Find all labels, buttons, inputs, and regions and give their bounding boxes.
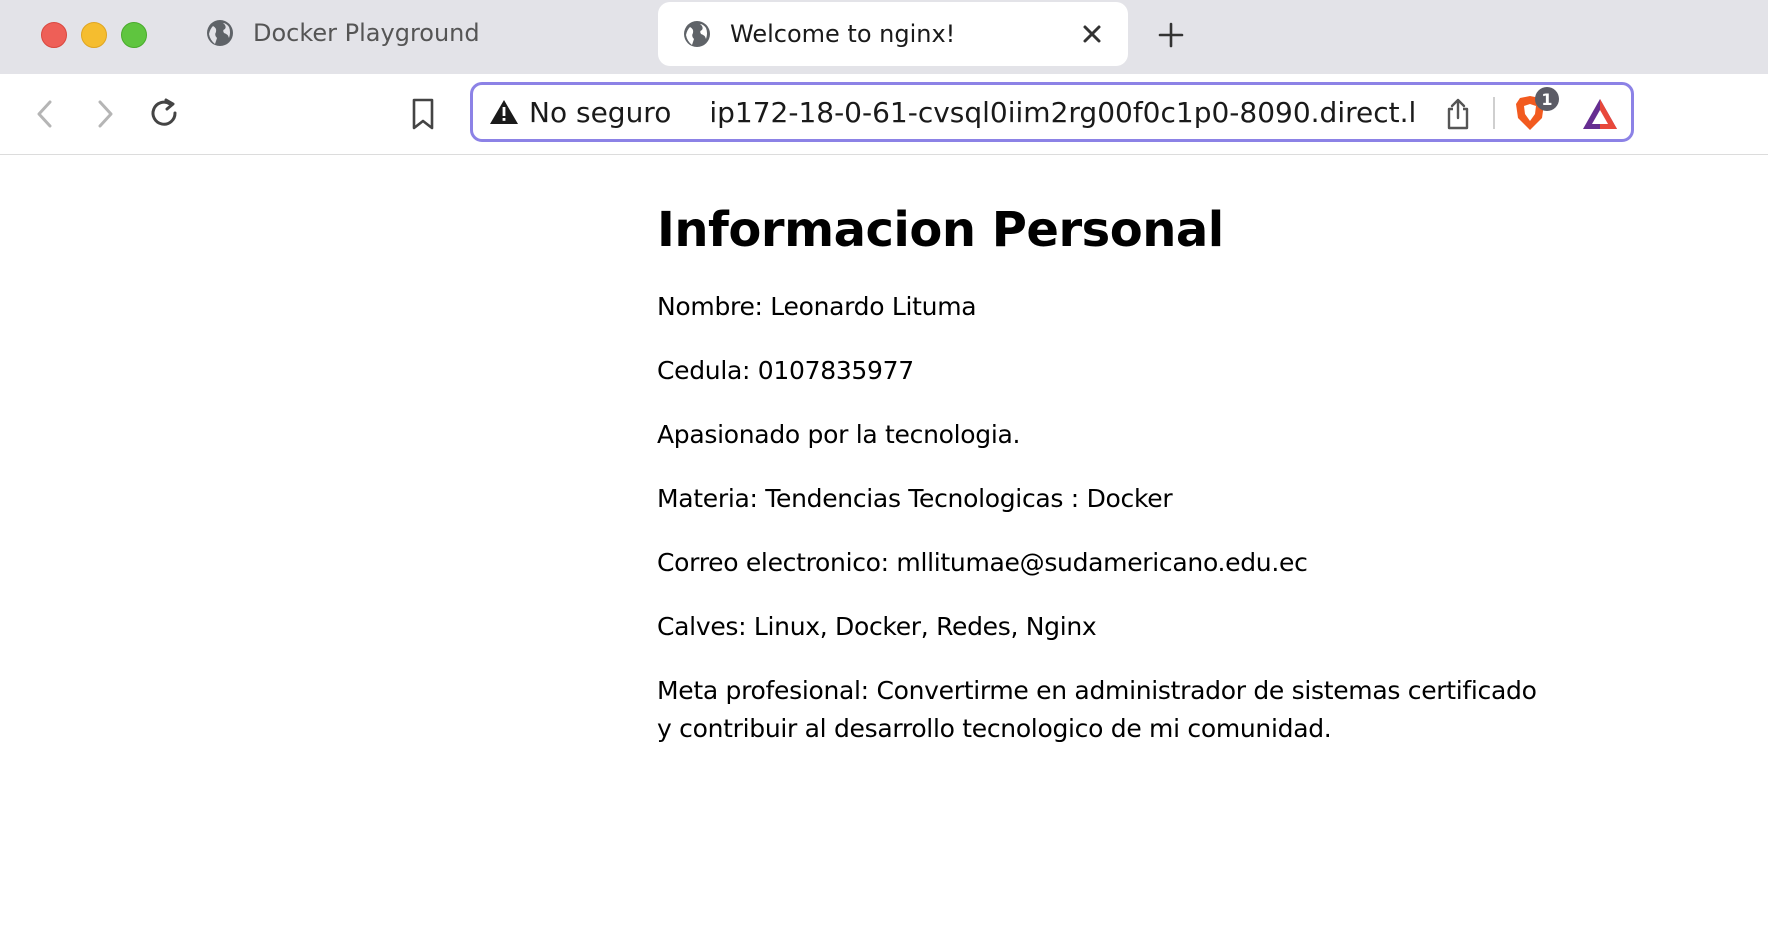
address-bar[interactable]: No seguro ip172-18-0-61-cvsql0iim2rg00f0… — [470, 82, 1634, 142]
tab-docker-playground[interactable]: Docker Playground — [205, 0, 480, 66]
close-window-button[interactable] — [41, 22, 67, 48]
browser-toolbar: No seguro ip172-18-0-61-cvsql0iim2rg00f0… — [0, 74, 1768, 155]
globe-icon — [207, 20, 233, 46]
bookmark-icon[interactable] — [408, 96, 438, 132]
shields-badge: 1 — [1535, 87, 1559, 111]
url-text[interactable]: ip172-18-0-61-cvsql0iim2rg00f0c1p0-8090.… — [709, 96, 1419, 129]
security-status[interactable]: No seguro — [529, 96, 671, 129]
globe-icon — [684, 21, 710, 47]
info-correo: Correo electronico: mllitumae@sudamerica… — [657, 547, 1308, 577]
zoom-window-button[interactable] — [121, 22, 147, 48]
brave-rewards-icon[interactable] — [1581, 97, 1619, 131]
reload-icon[interactable] — [146, 96, 182, 132]
info-descripcion: Apasionado por la tecnologia. — [657, 419, 1021, 449]
page-heading: Informacion Personal — [657, 202, 1224, 258]
back-icon[interactable] — [28, 96, 64, 132]
tab-title: Docker Playground — [253, 19, 480, 47]
minimize-window-button[interactable] — [81, 22, 107, 48]
plus-icon[interactable] — [1155, 19, 1187, 51]
tab-strip: Docker Playground Welcome to nginx! — [0, 0, 1768, 74]
tab-title: Welcome to nginx! — [730, 20, 956, 48]
info-cedula: Cedula: 0107835977 — [657, 355, 914, 385]
info-nombre: Nombre: Leonardo Lituma — [657, 291, 977, 321]
share-icon[interactable] — [1443, 97, 1473, 131]
info-claves: Calves: Linux, Docker, Redes, Nginx — [657, 611, 1097, 641]
close-icon[interactable] — [1078, 20, 1106, 48]
forward-icon[interactable] — [86, 96, 122, 132]
warning-icon — [490, 100, 518, 124]
info-meta-profesional: Meta profesional: Convertirme en adminis… — [657, 675, 1537, 743]
toolbar-separator — [1493, 97, 1495, 129]
info-materia: Materia: Tendencias Tecnologicas : Docke… — [657, 483, 1173, 513]
page-content: Informacion Personal Nombre: Leonardo Li… — [657, 180, 1557, 774]
tab-welcome-nginx[interactable]: Welcome to nginx! — [658, 2, 1128, 66]
